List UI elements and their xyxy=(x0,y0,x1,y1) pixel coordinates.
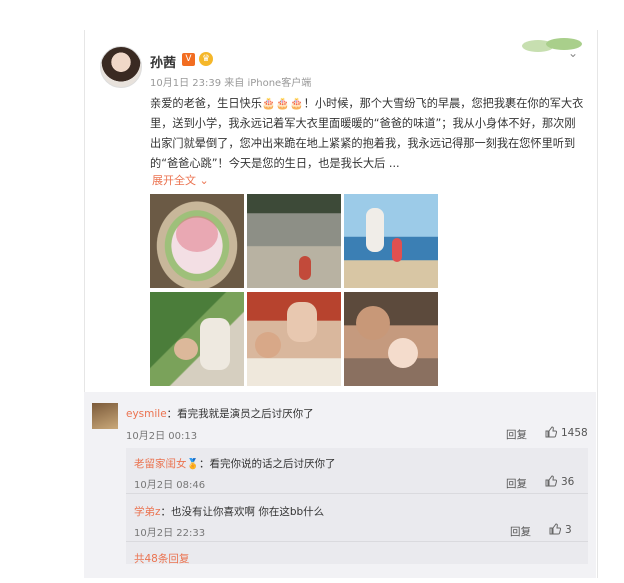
like-count: 36 xyxy=(561,476,575,488)
post-text: 亲爱的老爸，生日快乐🎂🎂🎂！小时候，那个大雪纷飞的早晨，您把我裹在你的军大衣里，… xyxy=(150,97,584,170)
photo-cake[interactable] xyxy=(150,194,244,288)
photo-baby[interactable] xyxy=(344,292,438,386)
verified-icon: V xyxy=(182,53,195,66)
more-replies-link[interactable]: 共48条回复 xyxy=(134,551,189,566)
post-meta: 10月1日 23:39 来自 iPhone客户端 xyxy=(150,78,312,89)
like-count: 3 xyxy=(565,524,572,536)
divider xyxy=(126,493,588,494)
subcomment-username[interactable]: 学弟z xyxy=(134,506,161,518)
like-button[interactable]: 3 xyxy=(549,523,572,536)
comment-time: 10月2日 00:13 xyxy=(126,431,198,442)
comment-username[interactable]: eysmile xyxy=(126,408,167,420)
crown-icon: ♛ xyxy=(199,52,213,66)
comment-text: eysmile：看完我就是演员之后讨厌你了 xyxy=(126,406,314,421)
commenter-avatar[interactable] xyxy=(92,403,118,429)
medal-icon: 🏅 xyxy=(186,459,199,470)
chevron-down-icon[interactable]: ⌄ xyxy=(568,46,578,60)
avatar[interactable] xyxy=(100,46,142,88)
subcomment-time: 10月2日 08:46 xyxy=(134,480,206,491)
divider xyxy=(126,541,588,542)
subcomment-text: 老留家闺女🏅：看完你说的话之后讨厌你了 xyxy=(134,456,335,471)
comment-body: ：看完我就是演员之后讨厌你了 xyxy=(166,408,314,420)
photo-garden[interactable] xyxy=(247,194,341,288)
photo-beach[interactable] xyxy=(344,194,438,288)
photo-stroller[interactable] xyxy=(247,292,341,386)
subcomment-time: 10月2日 22:33 xyxy=(134,528,206,539)
subcomment-text: 学弟z：也没有让你喜欢啊 你在这bb什么 xyxy=(134,504,324,519)
thumbs-up-icon xyxy=(549,523,561,535)
expand-full-text-link[interactable]: 展开全文 ⌄ xyxy=(152,172,209,188)
reply-button[interactable]: 回复 xyxy=(506,427,527,442)
thumbs-up-icon xyxy=(545,426,557,438)
thumbs-up-icon xyxy=(545,475,557,487)
like-count: 1458 xyxy=(561,427,588,439)
username[interactable]: 孙茜 xyxy=(150,52,176,71)
reply-button[interactable]: 回复 xyxy=(510,524,531,539)
like-button[interactable]: 1458 xyxy=(545,426,588,439)
subcomment-body: ：也没有让你喜欢啊 你在这bb什么 xyxy=(160,506,325,518)
subcomment-body: ：看完你说的话之后讨厌你了 xyxy=(198,458,336,470)
like-button[interactable]: 36 xyxy=(545,475,574,488)
photo-green[interactable] xyxy=(150,292,244,386)
reply-button[interactable]: 回复 xyxy=(506,476,527,491)
subcomment-username[interactable]: 老留家闺女 xyxy=(134,458,187,470)
